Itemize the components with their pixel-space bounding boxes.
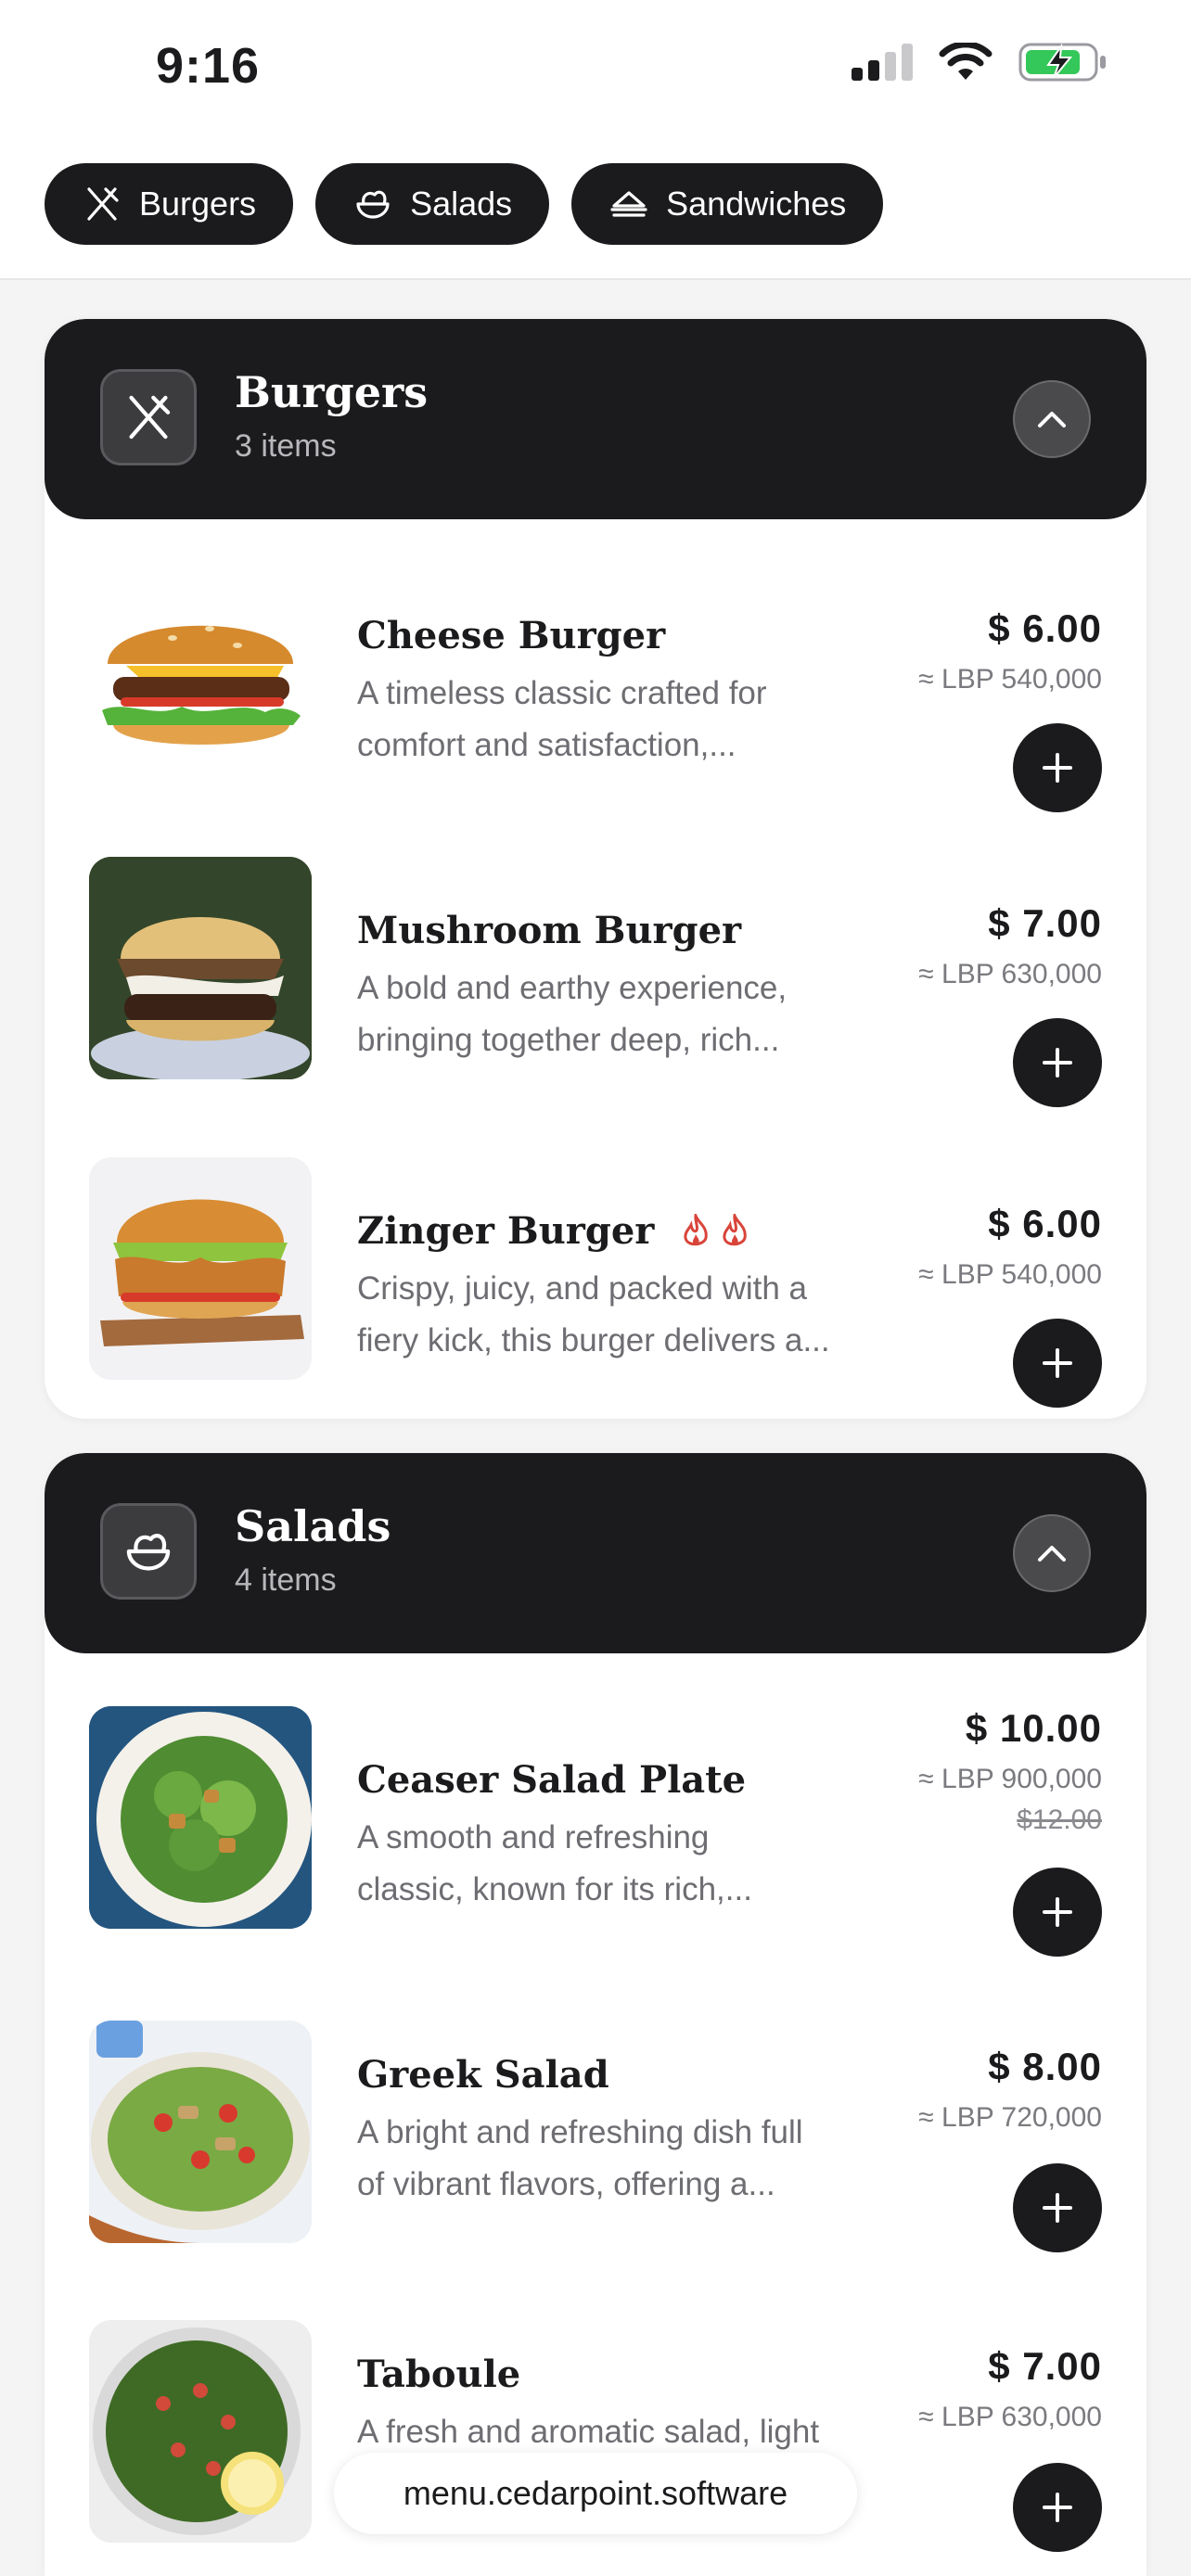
add-to-cart-button[interactable]: [1013, 2463, 1102, 2552]
chip-sandwiches[interactable]: Sandwiches: [571, 163, 884, 245]
desc-line: bringing together deep, rich...: [357, 1022, 780, 1058]
cheese-burger-image: [89, 562, 312, 784]
taboule-image: [89, 2320, 312, 2543]
plus-icon: [1043, 2193, 1072, 2223]
spicy-indicator: [682, 1213, 749, 1249]
item-price-lbp: ≈ LBP 630,000: [918, 2402, 1102, 2432]
desc-line: A bold and earthy experience,: [357, 970, 788, 1006]
collapse-button[interactable]: [1013, 1514, 1091, 1592]
desc-line: comfort and satisfaction,...: [357, 727, 736, 763]
desc-line: Crispy, juicy, and packed with a: [357, 1270, 808, 1307]
menu-item[interactable]: Zinger Burger Crispy, juicy, and packed …: [45, 1157, 1146, 1408]
category-chips: Burgers Salads Sandwiches: [45, 163, 884, 245]
menu-item[interactable]: Ceaser Salad Plate A smooth and refreshi…: [45, 1706, 1146, 1957]
signal-icon: [852, 44, 913, 81]
chip-label: Burgers: [139, 185, 257, 223]
utensils-crossed-icon: [87, 187, 119, 221]
item-name: Cheese Burger: [357, 614, 666, 657]
item-price: $ 7.00: [988, 901, 1102, 945]
section-salads: Salads 4 items Ceaser Salad Plate A smoo…: [45, 1453, 1146, 2576]
item-price: $ 7.00: [988, 2344, 1102, 2388]
url-text: menu.cedarpoint.software: [403, 2474, 788, 2512]
url-pill[interactable]: menu.cedarpoint.software: [334, 2453, 857, 2534]
sandwich-icon: [610, 191, 647, 217]
plus-icon: [1043, 2493, 1072, 2522]
item-description: A bright and refreshing dish full of vib…: [357, 2107, 877, 2211]
section-header[interactable]: Salads 4 items: [45, 1453, 1146, 1653]
section-title: Salads: [235, 1501, 391, 1551]
desc-line: of vibrant flavors, offering a...: [357, 2166, 775, 2202]
salad-bowl-icon: [356, 190, 390, 219]
mushroom-burger-image: [89, 857, 312, 1079]
item-name-row: Zinger Burger: [357, 1209, 749, 1253]
item-price-lbp: ≈ LBP 900,000: [918, 1764, 1102, 1794]
plus-icon: [1043, 753, 1072, 783]
item-price-lbp: ≈ LBP 540,000: [918, 664, 1102, 695]
add-to-cart-button[interactable]: [1013, 2163, 1102, 2252]
item-old-price: $12.00: [1017, 1804, 1102, 1835]
item-name: Mushroom Burger: [357, 909, 742, 952]
add-to-cart-button[interactable]: [1013, 1018, 1102, 1107]
item-price-lbp: ≈ LBP 630,000: [918, 959, 1102, 989]
chip-label: Sandwiches: [666, 185, 847, 223]
item-price: $ 10.00: [965, 1706, 1102, 1750]
item-description: A bold and earthy experience, bringing t…: [357, 963, 877, 1066]
item-price-lbp: ≈ LBP 720,000: [918, 2102, 1102, 2133]
collapse-button[interactable]: [1013, 380, 1091, 458]
chip-label: Salads: [410, 185, 513, 223]
add-to-cart-button[interactable]: [1013, 1868, 1102, 1957]
item-name: Greek Salad: [357, 2053, 609, 2097]
battery-charging-icon: [1018, 43, 1106, 82]
item-description: A fresh and aromatic salad, light: [357, 2406, 877, 2458]
plus-icon: [1043, 1897, 1072, 1927]
section-icon: [100, 1503, 197, 1600]
chevron-up-icon: [1038, 1546, 1066, 1562]
salad-bowl-icon: [126, 1534, 171, 1571]
status-time: 9:16: [156, 38, 261, 94]
item-name: Zinger Burger: [357, 1209, 655, 1253]
chevron-up-icon: [1038, 412, 1066, 427]
section-title: Burgers: [235, 367, 429, 417]
chip-burgers[interactable]: Burgers: [45, 163, 294, 245]
item-price: $ 8.00: [988, 2045, 1102, 2088]
desc-line: A smooth and refreshing: [357, 1819, 710, 1855]
flame-icon: [684, 1213, 709, 1245]
section-count: 4 items: [235, 1562, 337, 1598]
flame-icon: [723, 1213, 748, 1245]
item-name: Ceaser Salad Plate: [357, 1758, 747, 1802]
desc-line: A timeless classic crafted for: [357, 675, 767, 711]
section-count: 3 items: [235, 428, 337, 464]
add-to-cart-button[interactable]: [1013, 723, 1102, 812]
item-description: A smooth and refreshing classic, known f…: [357, 1812, 877, 1916]
item-price-lbp: ≈ LBP 540,000: [918, 1259, 1102, 1290]
desc-line: classic, known for its rich,...: [357, 1871, 752, 1907]
menu-item[interactable]: Greek Salad A bright and refreshing dish…: [45, 2021, 1146, 2262]
menu-item[interactable]: Cheese Burger A timeless classic crafted…: [45, 562, 1146, 812]
section-header[interactable]: Burgers 3 items: [45, 319, 1146, 519]
item-name: Taboule: [357, 2353, 521, 2396]
plus-icon: [1043, 1048, 1072, 1078]
section-icon: [100, 369, 197, 465]
item-price: $ 6.00: [988, 1202, 1102, 1245]
item-price: $ 6.00: [988, 606, 1102, 650]
chip-salads[interactable]: Salads: [315, 163, 550, 245]
item-description: A timeless classic crafted for comfort a…: [357, 668, 877, 772]
utensils-crossed-icon: [129, 395, 171, 440]
desc-line: A fresh and aromatic salad, light: [357, 2414, 820, 2450]
item-description: Crispy, juicy, and packed with a fiery k…: [357, 1263, 877, 1367]
wifi-icon: [939, 43, 992, 80]
zinger-burger-image: [89, 1157, 312, 1380]
plus-icon: [1043, 1348, 1072, 1378]
menu-item[interactable]: Mushroom Burger A bold and earthy experi…: [45, 857, 1146, 1107]
desc-line: A bright and refreshing dish full: [357, 2114, 803, 2150]
add-to-cart-button[interactable]: [1013, 1319, 1102, 1408]
greek-salad-image: [89, 2021, 312, 2243]
top-bar: 9:16 Burgers Salads Sandwiches: [0, 0, 1191, 280]
ceaser-salad-image: [89, 1706, 312, 1929]
section-burgers: Burgers 3 items Cheese Burger A timeless…: [45, 319, 1146, 1419]
status-icons: [852, 43, 1108, 82]
desc-line: fiery kick, this burger delivers a...: [357, 1322, 830, 1358]
